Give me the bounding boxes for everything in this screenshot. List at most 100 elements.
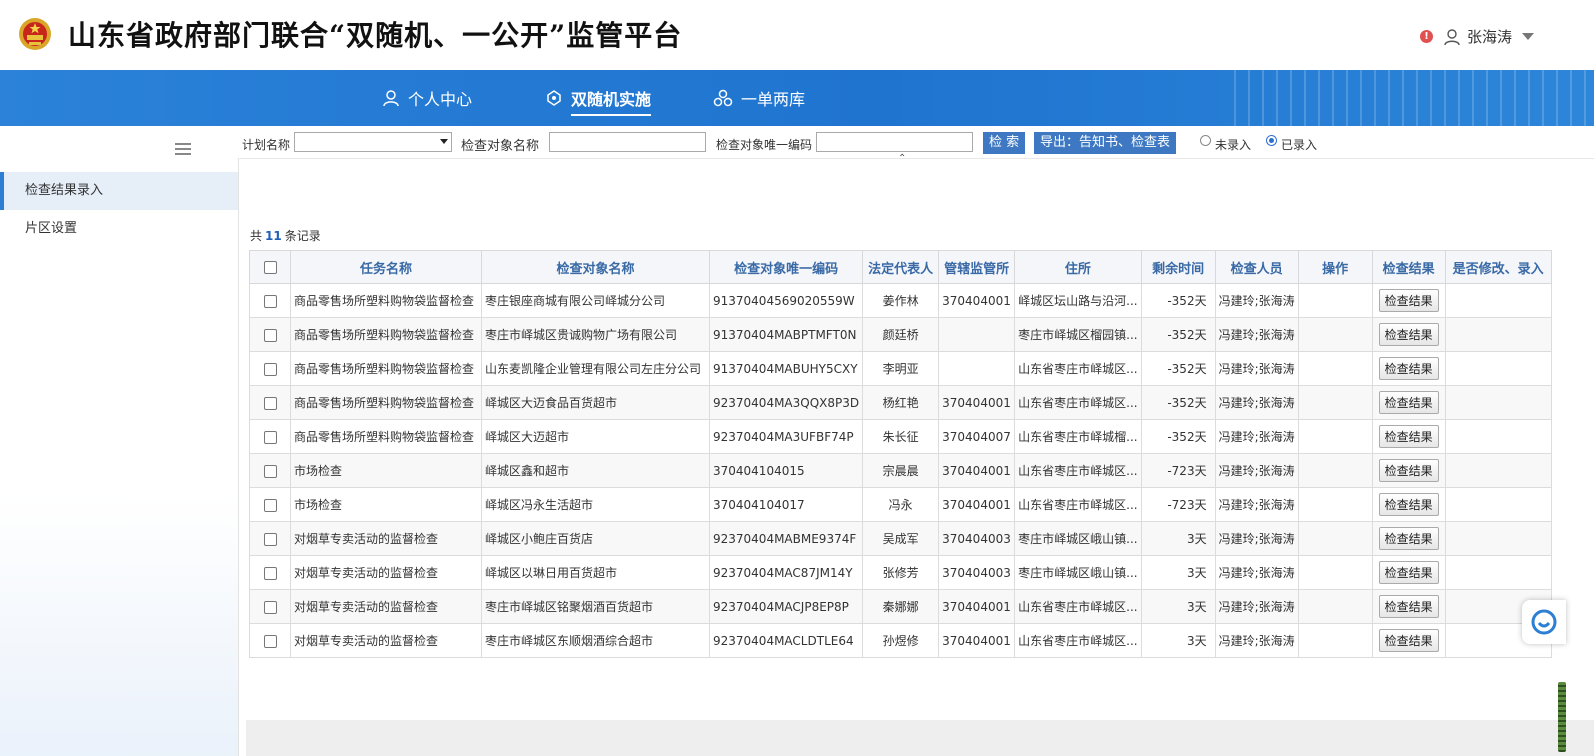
task-name-cell: 市场检查 (290, 453, 482, 488)
row-checkbox[interactable] (263, 430, 277, 444)
row-checkbox[interactable] (263, 498, 277, 512)
modified-cell (1444, 555, 1552, 590)
target-code-cell: 91370404569020559W (708, 283, 864, 318)
check-result-button[interactable]: 检查结果 (1378, 493, 1439, 516)
plan-name-select[interactable] (294, 132, 452, 152)
remaining-time-cell: -723天 (1140, 487, 1216, 522)
export-button[interactable]: 导出：告知书、检查表 (1034, 132, 1177, 154)
row-checkbox[interactable] (263, 532, 277, 546)
cluster-icon (547, 90, 561, 106)
table-row[interactable]: 对烟草专卖活动的监督检查 峄城区以琳日用百货超市 92370404MAC87JM14… (249, 555, 1552, 590)
table-row[interactable]: 商品零售场所塑料购物袋监督检查 峄城区大迈食品百货超市 92370404MA3QQX… (249, 385, 1552, 420)
sidebar-background (0, 496, 238, 756)
office-cell: 370404007 (938, 419, 1016, 454)
table-row[interactable]: 商品零售场所塑料购物袋监督检查 峄城区大迈超市 92370404MA3UFBF74P… (249, 419, 1552, 454)
task-name-cell: 商品零售场所塑料购物袋监督检查 (290, 385, 482, 420)
nav-item-double-random[interactable]: 双随机实施 (545, 70, 652, 126)
table-row[interactable]: 市场检查 峄城区冯永生活超市 370404104017 冯永 370404001 山东省枣… (249, 487, 1552, 522)
inspectors-cell: 冯建玲;张海涛 (1214, 487, 1299, 522)
col-remaining-time: 剩余时间 (1140, 250, 1216, 284)
table-row[interactable]: 对烟草专卖活动的监督检查 枣庄市峄城区东顺烟酒综合超市 92370404MACLDT… (249, 623, 1552, 658)
row-checkbox[interactable] (263, 600, 277, 614)
office-cell: 370404001 (938, 623, 1016, 658)
remaining-time-cell: 3天 (1140, 521, 1216, 556)
office-cell: 370404003 (938, 521, 1016, 556)
task-name-cell: 对烟草专卖活动的监督检查 (290, 589, 482, 624)
table-row[interactable]: 商品零售场所塑料购物袋监督检查 枣庄银座商城有限公司峄城分公司 9137040456… (249, 283, 1552, 318)
target-code-input[interactable] (816, 132, 973, 152)
check-result-button[interactable]: 检查结果 (1378, 391, 1439, 414)
sidebar-item-result-entry[interactable]: 检查结果录入 (0, 172, 238, 210)
menu-toggle-icon[interactable] (175, 143, 191, 155)
row-select-cell (249, 487, 291, 522)
inspectors-cell: 冯建玲;张海涛 (1214, 453, 1299, 488)
target-code-cell: 92370404MA3QQX8P3D (708, 385, 864, 420)
nav-item-one-list-two-libraries[interactable]: 一单两库 (713, 70, 805, 126)
address-cell: 山东省枣庄市峄城区... (1014, 453, 1142, 488)
nav-item-personal-center[interactable]: 个人中心 (382, 70, 472, 126)
target-name-cell: 峄城区冯永生活超市 (481, 487, 710, 522)
col-address: 住所 (1014, 250, 1142, 284)
assistant-widget[interactable] (1522, 600, 1566, 644)
inspectors-cell: 冯建玲;张海涛 (1214, 283, 1299, 318)
check-result-button[interactable]: 检查结果 (1378, 323, 1439, 346)
check-result-button[interactable]: 检查结果 (1378, 629, 1439, 652)
col-target-code: 检查对象唯一编码 (708, 250, 864, 284)
row-checkbox[interactable] (263, 396, 277, 410)
user-menu[interactable]: ! 张海涛 (1419, 26, 1534, 47)
check-result-button[interactable]: 检查结果 (1378, 425, 1439, 448)
target-name-cell: 枣庄市峄城区铭聚烟酒百货超市 (481, 589, 710, 624)
target-name-cell: 峄城区大迈超市 (481, 419, 710, 454)
nav-label: 一单两库 (741, 90, 806, 109)
target-name-label: 检查对象名称 (461, 139, 540, 154)
select-all-checkbox[interactable] (263, 260, 277, 274)
legal-rep-cell: 吴成军 (862, 521, 940, 556)
main-nav: 个人中心 双随机实施 一单两库 (0, 70, 1594, 126)
row-checkbox[interactable] (263, 362, 277, 376)
remaining-time-cell: 3天 (1140, 555, 1216, 590)
check-result-button[interactable]: 检查结果 (1378, 357, 1439, 380)
col-target-name: 检查对象名称 (481, 250, 710, 284)
check-result-button[interactable]: 检查结果 (1378, 459, 1439, 482)
row-checkbox[interactable] (263, 566, 277, 580)
record-count-suffix: 条记录 (284, 229, 321, 243)
table-row[interactable]: 对烟草专卖活动的监督检查 峄城区小鲍庄百货店 92370404MABME9374F 吴… (249, 521, 1552, 556)
target-code-label: 检查对象唯一编码 (716, 138, 813, 152)
task-name-cell: 商品零售场所塑料购物袋监督检查 (290, 419, 482, 454)
check-result-button[interactable]: 检查结果 (1378, 595, 1439, 618)
table-row[interactable]: 商品零售场所塑料购物袋监督检查 枣庄市峄城区贵诚购物广场有限公司 91370404M… (249, 317, 1552, 352)
table-row[interactable]: 商品零售场所塑料购物袋监督检查 山东麦凯隆企业管理有限公司左庄分公司 9137040… (249, 351, 1552, 386)
table-row[interactable]: 对烟草专卖活动的监督检查 枣庄市峄城区铭聚烟酒百货超市 92370404MACJP8… (249, 589, 1552, 624)
nav-label: 双随机实施 (571, 86, 652, 116)
col-result: 检查结果 (1371, 250, 1446, 284)
table-body: 商品零售场所塑料购物袋监督检查 枣庄银座商城有限公司峄城分公司 9137040456… (249, 283, 1552, 658)
row-checkbox[interactable] (263, 294, 277, 308)
target-name-cell: 峄城区小鲍庄百货店 (481, 521, 710, 556)
radio-unentered[interactable] (1200, 135, 1211, 146)
result-cell: 检查结果 (1371, 487, 1446, 522)
address-cell: 山东省枣庄市峄城区... (1014, 589, 1142, 624)
user-icon (383, 90, 399, 107)
row-checkbox[interactable] (263, 328, 277, 342)
task-name-cell: 商品零售场所塑料购物袋监督检查 (290, 283, 482, 318)
remaining-time-cell: -723天 (1140, 453, 1216, 488)
target-name-input[interactable] (549, 132, 706, 152)
radio-entered[interactable] (1266, 135, 1277, 146)
result-cell: 检查结果 (1371, 317, 1446, 352)
sidebar-item-area-settings[interactable]: 片区设置 (0, 210, 238, 248)
check-result-button[interactable]: 检查结果 (1378, 289, 1439, 312)
target-code-cell: 92370404MACLDTLE64 (708, 623, 864, 658)
check-result-button[interactable]: 检查结果 (1378, 527, 1439, 550)
remaining-time-cell: -352天 (1140, 419, 1216, 454)
result-cell: 检查结果 (1371, 521, 1446, 556)
modified-cell (1444, 317, 1552, 352)
table-row[interactable]: 市场检查 峄城区鑫和超市 370404104015 宗晨晨 370404001 山东省枣庄… (249, 453, 1552, 488)
alert-icon[interactable]: ! (1419, 30, 1433, 43)
collapse-up-icon[interactable]: ⌃ (898, 153, 906, 164)
row-checkbox[interactable] (263, 634, 277, 648)
search-button[interactable]: 检 索 (983, 132, 1026, 154)
legal-rep-cell: 冯永 (862, 487, 940, 522)
check-result-button[interactable]: 检查结果 (1378, 561, 1439, 584)
row-checkbox[interactable] (263, 464, 277, 478)
result-cell: 检查结果 (1371, 555, 1446, 590)
